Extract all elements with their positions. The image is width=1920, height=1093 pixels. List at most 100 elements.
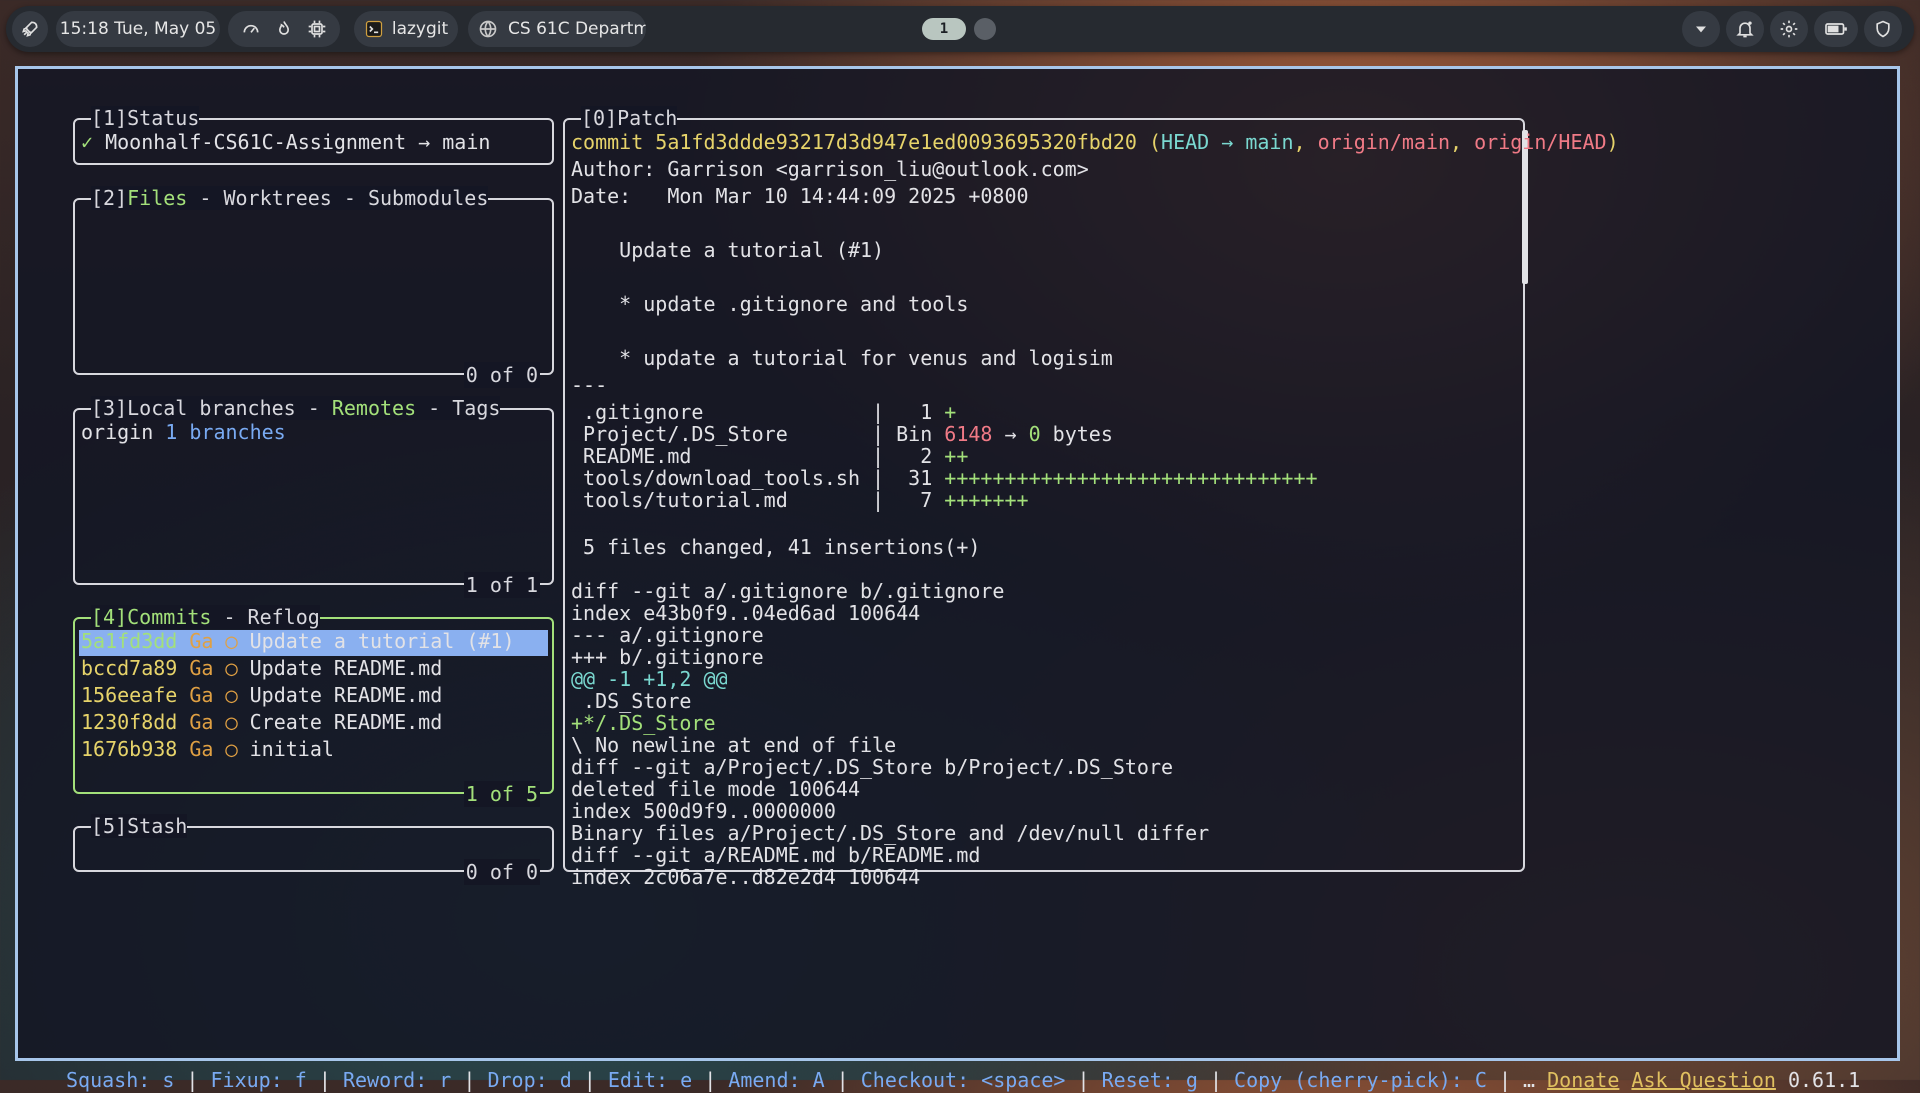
commit-hash: 1676b938 (81, 737, 178, 761)
diffstat-row: tools/tutorial.md | 7 +++++++ (571, 488, 1029, 512)
keybinding-hint[interactable]: Edit: e (608, 1068, 692, 1092)
commit-message: Update README.md (249, 683, 443, 707)
commit-message: Update a tutorial (#1) (249, 629, 515, 653)
commit-status-icon: ◯ (225, 656, 238, 680)
commit-hash: bccd7a89 (81, 656, 178, 680)
keybinding-hint[interactable]: Fixup: f (211, 1068, 307, 1092)
branches-panel-title: [3]Local branches - Remotes - Tags (91, 396, 501, 420)
shield-icon (1873, 19, 1893, 39)
workspace-1[interactable]: 1 (922, 18, 966, 40)
status-panel-title[interactable]: [1]Status (89, 105, 201, 131)
notifications-button[interactable] (1726, 11, 1764, 47)
taskbar-app-browser[interactable]: CS 61C Departm (468, 11, 646, 47)
branches-count: 1 of 1 (463, 572, 540, 598)
tab-worktrees[interactable]: Worktrees (223, 186, 331, 210)
gear-icon (1779, 19, 1799, 39)
commit-author: Ga (189, 710, 214, 734)
files-count: 0 of 0 (463, 362, 540, 388)
keybindings-bar: Squash: s | Fixup: f | Reword: r | Drop:… (66, 1068, 1861, 1092)
commit-row[interactable]: bccd7a89 Ga ◯ Update README.md (81, 655, 442, 682)
keybinding-hint[interactable]: Reset: g (1102, 1068, 1198, 1092)
branches-panel[interactable]: [3]Local branches - Remotes - Tags origi… (73, 396, 554, 598)
stash-panel-title: [5]Stash (91, 814, 188, 838)
tray-expand-button[interactable] (1682, 11, 1720, 47)
commits-count: 1 of 5 (463, 781, 540, 807)
keybinding-hint[interactable]: Checkout: <space> (861, 1068, 1066, 1092)
ask-question-link[interactable]: Ask Question (1631, 1068, 1776, 1092)
browser-tab-title: CS 61C Departm (508, 19, 646, 39)
taskbar-app-lazygit[interactable]: lazygit (354, 11, 458, 47)
stash-panel[interactable]: [5]Stash 0 of 0 (73, 814, 554, 885)
chevron-down-icon (1691, 19, 1711, 39)
keybinding-hint[interactable]: Reword: r (343, 1068, 451, 1092)
tab-remotes[interactable]: Remotes (332, 396, 416, 420)
tab-local-branches[interactable]: Local branches (127, 396, 296, 420)
commit-message-bullet: * update a tutorial for venus and logisi… (571, 346, 1113, 370)
tab-reflog[interactable]: Reflog (248, 605, 320, 629)
commit-author: Ga (189, 737, 214, 761)
taskbar-app-name: lazygit (391, 19, 449, 39)
keybinding-hint[interactable]: Squash: s (66, 1068, 174, 1092)
commit-row[interactable]: 156eeafe Ga ◯ Update README.md (81, 682, 442, 709)
stat-summary: 5 files changed, 41 insertions(+) (571, 535, 981, 559)
commit-date: Date: Mon Mar 10 14:44:09 2025 +0800 (571, 184, 1029, 208)
commits-panel[interactable]: [4]Commits - Reflog 5a1fd3dd Ga ◯ Update… (73, 605, 554, 807)
status-line: ✓ Moonhalf-CS61C-Assignment → main (81, 130, 491, 154)
bell-icon (1735, 19, 1755, 39)
commit-row[interactable]: 5a1fd3dd Ga ◯ Update a tutorial (#1) (81, 628, 515, 655)
battery-icon (1822, 19, 1850, 39)
commit-author: Ga (189, 629, 214, 653)
battery-indicator[interactable] (1814, 11, 1858, 47)
commit-status-icon: ◯ (225, 737, 238, 761)
commit-status-icon: ◯ (225, 629, 238, 653)
files-panel-title: [2]Files - Worktrees - Submodules (91, 186, 489, 210)
gauge-icon (241, 19, 261, 39)
remote-row[interactable]: origin 1 branches (81, 419, 286, 446)
system-monitor[interactable] (228, 11, 340, 47)
globe-icon (478, 19, 498, 39)
top-bar: 15:18 Tue, May 05 lazygit CS 61C Departm… (6, 6, 1914, 52)
tab-commits[interactable]: Commits (127, 605, 211, 629)
terminal-window: [1]Status ✓ Moonhalf-CS61C-Assignment → … (15, 66, 1900, 1092)
commit-row[interactable]: 1676b938 Ga ◯ initial (81, 736, 334, 763)
commit-status-icon: ◯ (225, 683, 238, 707)
diff-line: index 2c06a7e..d82e2d4 100644 (571, 865, 921, 889)
commit-message: Create README.md (249, 710, 443, 734)
commit-message: initial (249, 737, 334, 761)
commit-row[interactable]: 1230f8dd Ga ◯ Create README.md (81, 709, 442, 736)
stat-separator: --- (571, 373, 608, 397)
commits-panel-title: [4]Commits - Reflog (91, 605, 320, 629)
tray (1682, 11, 1902, 47)
commit-author: Author: Garrison <garrison_liu@outlook.c… (571, 157, 1089, 181)
keybinding-hint[interactable]: Drop: d (487, 1068, 571, 1092)
keybinding-hint[interactable]: Copy (cherry-pick): C (1234, 1068, 1487, 1092)
commit-author: Ga (189, 683, 214, 707)
commit-message-title: Update a tutorial (#1) (571, 238, 885, 262)
commit-header: commit 5a1fd3ddde93217d3d947e1ed00936953… (571, 130, 1619, 154)
clock[interactable]: 15:18 Tue, May 05 (56, 11, 220, 47)
commit-message: Update README.md (249, 656, 443, 680)
commit-author: Ga (189, 656, 214, 680)
workspace-2[interactable] (974, 18, 996, 40)
launcher-button[interactable] (12, 11, 48, 47)
donate-link[interactable]: Donate (1547, 1068, 1619, 1092)
patch-panel-title: [0]Patch (581, 106, 678, 130)
settings-button[interactable] (1770, 11, 1808, 47)
status-panel[interactable]: [1]Status ✓ Moonhalf-CS61C-Assignment → … (73, 106, 554, 165)
session-button[interactable] (1864, 11, 1902, 47)
rocket-icon (20, 19, 40, 39)
tab-files[interactable]: Files (127, 186, 187, 210)
keybinding-hint[interactable]: Amend: A (728, 1068, 824, 1092)
commit-hash: 156eeafe (81, 683, 178, 707)
files-panel[interactable]: [2]Files - Worktrees - Submodules 0 of 0 (73, 186, 554, 388)
terminal-icon (364, 19, 384, 39)
patch-panel[interactable]: [0]Patch commit 5a1fd3ddde93217d3d947e1e… (563, 106, 1619, 889)
tab-tags[interactable]: Tags (452, 396, 500, 420)
commit-message-bullet: * update .gitignore and tools (571, 292, 969, 316)
commit-hash: 1230f8dd (81, 710, 178, 734)
cpu-icon (307, 19, 327, 39)
datetime-text: 15:18 Tue, May 05 (59, 19, 217, 39)
version-label: 0.61.1 (1787, 1068, 1861, 1092)
tab-submodules[interactable]: Submodules (368, 186, 488, 210)
stash-count: 0 of 0 (463, 859, 540, 885)
